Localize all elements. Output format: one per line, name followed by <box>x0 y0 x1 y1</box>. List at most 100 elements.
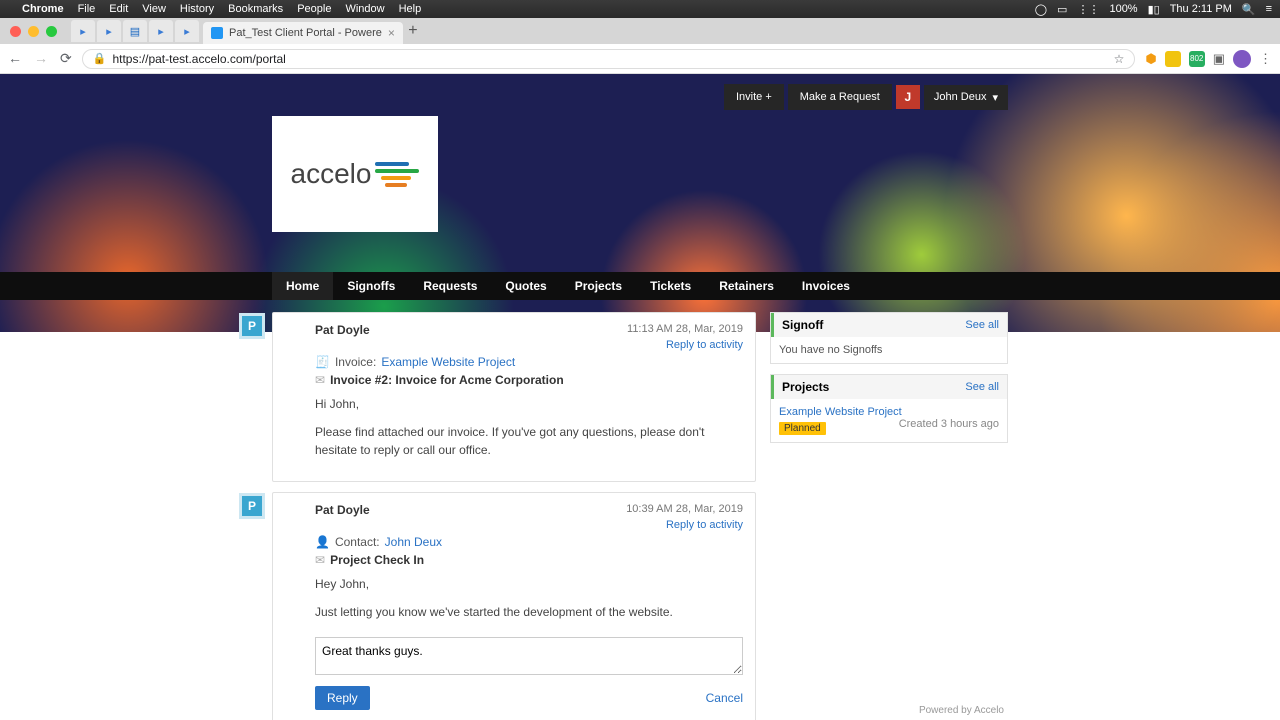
timestamp: 10:39 AM 28, Mar, 2019 <box>626 503 743 517</box>
menu-edit[interactable]: Edit <box>109 3 128 15</box>
reload-button[interactable]: ⟳ <box>60 50 72 67</box>
menu-people[interactable]: People <box>297 3 331 15</box>
activity-body: Hey John, Just letting you know we've st… <box>315 575 743 621</box>
project-meta: Created 3 hours ago <box>899 418 999 430</box>
timestamp: 11:13 AM 28, Mar, 2019 <box>627 323 743 337</box>
browser-tab-strip: ▸ ▸ ▤ ▸ ▸ Pat_Test Client Portal - Power… <box>0 18 1280 44</box>
project-link[interactable]: Example Website Project <box>779 406 999 418</box>
panel-body: You have no Signoffs <box>771 337 1007 363</box>
menu-window[interactable]: Window <box>345 3 384 15</box>
tab-title: Pat_Test Client Portal - Powere <box>229 27 382 39</box>
nav-invoices[interactable]: Invoices <box>788 272 864 300</box>
author-avatar: P <box>239 313 265 339</box>
chevron-down-icon: ▾ <box>992 91 998 104</box>
accelo-logo: accelo <box>291 158 420 190</box>
url-text: https://pat-test.accelo.com/portal <box>112 52 285 66</box>
battery-icon: ▮▯ <box>1148 3 1160 16</box>
back-button[interactable]: ← <box>8 50 22 67</box>
close-window-button[interactable] <box>10 26 21 37</box>
make-request-button[interactable]: Make a Request <box>788 84 892 110</box>
user-avatar[interactable]: J <box>896 85 920 109</box>
logo-card: accelo <box>272 116 438 232</box>
address-bar[interactable]: 🔒 https://pat-test.accelo.com/portal ☆ <box>82 49 1136 69</box>
side-column: Signoff See all You have no Signoffs Pro… <box>770 312 1008 720</box>
forward-button[interactable]: → <box>34 50 48 67</box>
pinned-tab[interactable]: ▸ <box>175 20 199 42</box>
author-name: Pat Doyle <box>315 323 370 337</box>
minimize-window-button[interactable] <box>28 26 39 37</box>
context-label: Invoice: <box>335 355 376 369</box>
pinned-tab[interactable]: ▸ <box>149 20 173 42</box>
maximize-window-button[interactable] <box>46 26 57 37</box>
pinned-tab[interactable]: ▸ <box>97 20 121 42</box>
author-avatar: P <box>239 493 265 519</box>
status-badge: Planned <box>779 422 826 435</box>
context-link[interactable]: Example Website Project <box>381 355 515 369</box>
menu-history[interactable]: History <box>180 3 214 15</box>
browser-tab[interactable]: Pat_Test Client Portal - Powere × <box>203 22 403 44</box>
reply-to-activity-link[interactable]: Reply to activity <box>315 519 743 531</box>
context-label: Contact: <box>335 535 380 549</box>
nav-signoffs[interactable]: Signoffs <box>333 272 409 300</box>
menu-bookmarks[interactable]: Bookmarks <box>228 3 283 15</box>
cast-icon[interactable]: ▣ <box>1213 51 1225 67</box>
menu-icon[interactable]: ≡ <box>1266 3 1272 15</box>
activity-card: P Pat Doyle 10:39 AM 28, Mar, 2019 Reply… <box>272 492 756 720</box>
nav-quotes[interactable]: Quotes <box>491 272 560 300</box>
display-icon: ▭ <box>1057 3 1067 16</box>
extension-icon[interactable]: ⬢ <box>1145 51 1156 67</box>
invite-button[interactable]: Invite + <box>724 84 784 110</box>
thread-icon: ✉ <box>315 373 325 387</box>
panel-title: Projects <box>782 380 829 394</box>
nav-projects[interactable]: Projects <box>561 272 636 300</box>
context-link[interactable]: John Deux <box>385 535 442 549</box>
pinned-tab[interactable]: ▤ <box>123 20 147 42</box>
menu-help[interactable]: Help <box>399 3 422 15</box>
projects-panel: Projects See all Example Website Project… <box>770 374 1008 443</box>
clock: Thu 2:11 PM <box>1170 3 1232 15</box>
nav-tickets[interactable]: Tickets <box>636 272 705 300</box>
main-nav: Home Signoffs Requests Quotes Projects T… <box>0 272 1280 300</box>
reply-textarea[interactable] <box>315 637 743 675</box>
favicon-icon <box>211 27 223 39</box>
search-icon[interactable]: 🔍 <box>1242 3 1256 16</box>
user-menu[interactable]: John Deux ▾ <box>924 85 1008 110</box>
hero-banner: Invite + Make a Request J John Deux ▾ ac… <box>0 74 1280 332</box>
mac-menubar: Chrome File Edit View History Bookmarks … <box>0 0 1280 18</box>
pinned-tab[interactable]: ▸ <box>71 20 95 42</box>
nav-home[interactable]: Home <box>272 272 333 300</box>
wifi-icon: ⋮⋮ <box>1077 3 1099 16</box>
contact-icon: 👤 <box>315 535 330 549</box>
footer-text: Powered by Accelo <box>919 705 1004 716</box>
invoice-icon: 🧾 <box>315 355 330 369</box>
page-viewport: Invite + Make a Request J John Deux ▾ ac… <box>0 74 1280 720</box>
activity-feed: P Pat Doyle 11:13 AM 28, Mar, 2019 Reply… <box>272 312 756 720</box>
activity-body: Hi John, Please find attached our invoic… <box>315 395 743 459</box>
cancel-link[interactable]: Cancel <box>706 691 743 705</box>
menu-app[interactable]: Chrome <box>22 3 64 15</box>
profile-avatar[interactable] <box>1233 50 1251 68</box>
browser-toolbar: ← → ⟳ 🔒 https://pat-test.accelo.com/port… <box>0 44 1280 74</box>
lock-icon: 🔒 <box>93 52 107 65</box>
close-tab-button[interactable]: × <box>388 26 395 40</box>
new-tab-button[interactable]: + <box>403 22 423 40</box>
chrome-menu-button[interactable]: ⋮ <box>1259 51 1272 67</box>
activity-card: P Pat Doyle 11:13 AM 28, Mar, 2019 Reply… <box>272 312 756 482</box>
extension-icon[interactable] <box>1165 51 1181 67</box>
panel-title: Signoff <box>782 318 823 332</box>
see-all-link[interactable]: See all <box>965 381 999 393</box>
nav-requests[interactable]: Requests <box>409 272 491 300</box>
menu-file[interactable]: File <box>78 3 96 15</box>
extension-icon[interactable]: 802 <box>1189 51 1205 67</box>
author-name: Pat Doyle <box>315 503 370 517</box>
reply-button[interactable]: Reply <box>315 686 370 710</box>
see-all-link[interactable]: See all <box>965 319 999 331</box>
status-icon: ◯ <box>1035 3 1047 16</box>
menu-view[interactable]: View <box>142 3 166 15</box>
bookmark-icon[interactable]: ☆ <box>1114 52 1125 66</box>
signoff-panel: Signoff See all You have no Signoffs <box>770 312 1008 364</box>
reply-to-activity-link[interactable]: Reply to activity <box>315 339 743 351</box>
nav-retainers[interactable]: Retainers <box>705 272 788 300</box>
activity-subject: Project Check In <box>330 553 424 567</box>
window-controls <box>0 26 67 37</box>
